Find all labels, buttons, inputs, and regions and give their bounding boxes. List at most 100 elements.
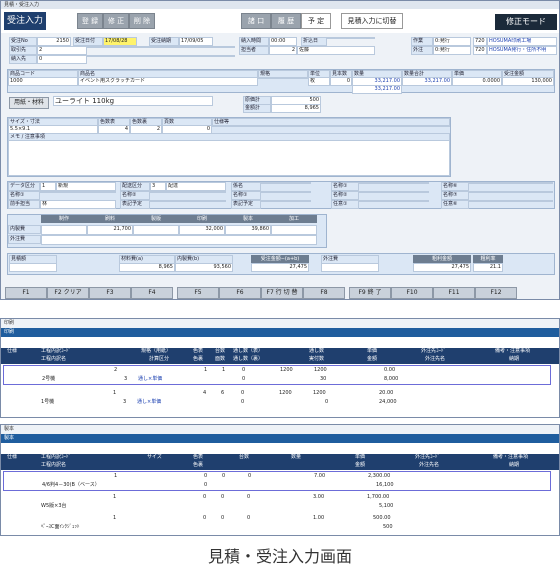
col-units: 台数 <box>215 348 226 354</box>
f5-key[interactable]: F5 <box>177 287 219 299</box>
outsource-select[interactable]: 0:発行 <box>433 46 471 55</box>
f4-key[interactable]: F4 <box>131 287 173 299</box>
internal-cost-processing[interactable] <box>271 225 317 235</box>
print-row-1-dai: 0 <box>242 367 246 373</box>
cost-header-platemaking: 製版 <box>133 215 179 223</box>
profit-rate-field: 21.1 <box>473 263 503 272</box>
internal-total-field: 93,560 <box>175 263 233 272</box>
delete-button[interactable]: 削 除 <box>129 13 155 29</box>
print-row-1-amount: 8,000 <box>384 376 399 382</box>
ref-name1-field[interactable] <box>261 191 311 193</box>
work-code[interactable]: 720 <box>473 37 487 46</box>
ref-plan-field[interactable] <box>261 200 311 202</box>
gross-profit-field: 27,475 <box>413 263 471 272</box>
print-row-1[interactable]: 2 1 1 0 1200 1200 0.00 2号機 3 通し×単価 0 30 … <box>3 365 551 385</box>
delivery-dest-code-field[interactable]: 0 <box>37 55 87 64</box>
f10-key[interactable]: F10 <box>391 287 433 299</box>
bind-row-2[interactable]: 1 0 0 0 3.00 1,700.00 W5版×3台 5,100 <box>3 493 551 513</box>
f11-key[interactable]: F11 <box>433 287 475 299</box>
f1-key[interactable]: F1 <box>5 287 47 299</box>
ref-name1-label: 名称① <box>231 191 261 200</box>
bind-row-3[interactable]: 1 0 0 0 1.00 500.00 ﾍﾟｰｽC面ｲﾝｸｼﾞｪｯﾄ 500 <box>3 514 551 534</box>
customer-code-field[interactable]: 2 <box>37 46 87 55</box>
register-button[interactable]: 登 録 <box>77 13 103 29</box>
f7-row-switch-key[interactable]: F7 行 切 替 <box>261 287 303 299</box>
print-row-2[interactable]: 1 4 6 0 1200 1200 20.00 1号機 3 通し×単価 0 0 … <box>3 389 551 409</box>
amount-total-field: 8,965 <box>271 104 321 113</box>
b-col-due: 納期 <box>509 462 520 468</box>
ref-d-field[interactable] <box>469 182 553 184</box>
plan-button[interactable]: 予 定 <box>301 13 331 29</box>
external-cost-label: 外注費 <box>8 235 41 244</box>
staff-name-field[interactable]: 佐藤 <box>297 46 375 55</box>
paper-name-field[interactable]: ユーライト 110kg <box>53 96 213 106</box>
work-select[interactable]: 0:発行 <box>433 37 471 46</box>
col-pass-back: 通し数（裏） <box>233 356 264 362</box>
ref-e-field[interactable] <box>469 191 553 193</box>
f12-key[interactable]: F12 <box>475 287 517 299</box>
outsource-code[interactable]: 720 <box>473 46 487 55</box>
prev-staff-field[interactable]: 林 <box>40 200 116 209</box>
col-color-back: 色裏 <box>193 356 204 362</box>
mode-indicator: 修正モード <box>495 14 557 30</box>
notation-plan-field[interactable] <box>150 200 226 202</box>
internal-cost-production[interactable] <box>41 225 87 235</box>
internal-cost-printing[interactable]: 32,000 <box>179 225 225 235</box>
data-kind-code[interactable]: 1 <box>40 182 56 191</box>
f6-key[interactable]: F6 <box>219 287 261 299</box>
bind-row-2-amount: 5,100 <box>379 503 394 509</box>
staff-name-field[interactable] <box>261 182 311 184</box>
printing-table-header: 仕様 工程内訳ｺｰﾄﾞ 工程内訳名 規格（用紙） 計算区分 色表 色裏 台数 面… <box>1 348 559 364</box>
history-button[interactable]: 履 歴 <box>271 13 301 29</box>
bind-row-2-price: 1,700.00 <box>367 494 390 500</box>
delivery-kind-code[interactable]: 3 <box>150 182 166 191</box>
shoguchi-button[interactable]: 諸 口 <box>241 13 271 29</box>
amount-field[interactable]: 130,000 <box>502 77 554 86</box>
delivery-dest-name-field[interactable] <box>87 55 235 57</box>
ref-b-field[interactable] <box>359 191 429 193</box>
spec-field[interactable] <box>258 77 308 79</box>
delivery-time-field[interactable]: 00:00 <box>269 37 297 46</box>
bind-row-1[interactable]: 1 0 0 0 7.00 2,300.00 4/6判4－30(B（ベース） 0 … <box>3 471 551 491</box>
name1-field[interactable] <box>40 191 116 193</box>
switch-estimate-button[interactable]: 見積入力に切替 <box>341 13 403 29</box>
qty-total-field: 33,217.00 <box>402 77 452 86</box>
printing-tab[interactable]: 印刷 <box>1 328 559 337</box>
f8-key[interactable]: F8 <box>303 287 345 299</box>
estimate-amount-field[interactable] <box>9 263 57 272</box>
col-pass-front: 通し数（表） <box>233 348 264 354</box>
memo-field[interactable] <box>8 140 450 176</box>
sample-field[interactable]: 0 <box>330 77 352 86</box>
spec-note-field[interactable] <box>212 125 450 127</box>
ref-c-field[interactable] <box>359 200 429 202</box>
name2-field[interactable] <box>150 191 226 193</box>
order-due-label: 受注納期 <box>149 37 179 46</box>
unit-field[interactable]: 枚 <box>308 77 330 86</box>
f9-exit-key[interactable]: F9 終 了 <box>349 287 391 299</box>
internal-cost-printing-fee[interactable]: 21,700 <box>87 225 133 235</box>
internal-cost-platemaking[interactable] <box>133 225 179 235</box>
price-field[interactable]: 0.0000 <box>452 77 502 86</box>
bind-row-3-amount: 500 <box>383 524 393 530</box>
paper-material-button[interactable]: 用紙・材料 <box>9 97 49 109</box>
order-due-field[interactable]: 17/09/05 <box>179 37 213 46</box>
f2-clear-key[interactable]: F2 クリア <box>47 287 89 299</box>
item-name-field[interactable]: イベント用スクラッチカード <box>78 77 258 86</box>
external-cost-row[interactable] <box>41 235 317 245</box>
insert-date-field[interactable] <box>327 37 375 39</box>
item-code-field[interactable]: 1000 <box>8 77 78 86</box>
col-amount: 金額 <box>367 356 378 362</box>
order-no-field[interactable]: 2150 <box>37 37 71 46</box>
col-pass: 通し数 <box>309 348 325 354</box>
customer-name-field[interactable] <box>87 46 235 48</box>
binding-tab[interactable]: 製本 <box>1 434 559 443</box>
ref-f-field[interactable] <box>469 200 553 202</box>
internal-cost-label: 内製費 <box>8 225 41 234</box>
f3-key[interactable]: F3 <box>89 287 131 299</box>
modify-button[interactable]: 修 正 <box>103 13 129 29</box>
order-date-field[interactable]: 17/08/28 <box>103 37 137 46</box>
internal-cost-binding[interactable]: 39,860 <box>225 225 271 235</box>
prev-staff-label: 前手担当 <box>8 200 40 209</box>
ref-a-field[interactable] <box>359 182 429 184</box>
staff-code-field[interactable]: 2 <box>269 46 297 55</box>
